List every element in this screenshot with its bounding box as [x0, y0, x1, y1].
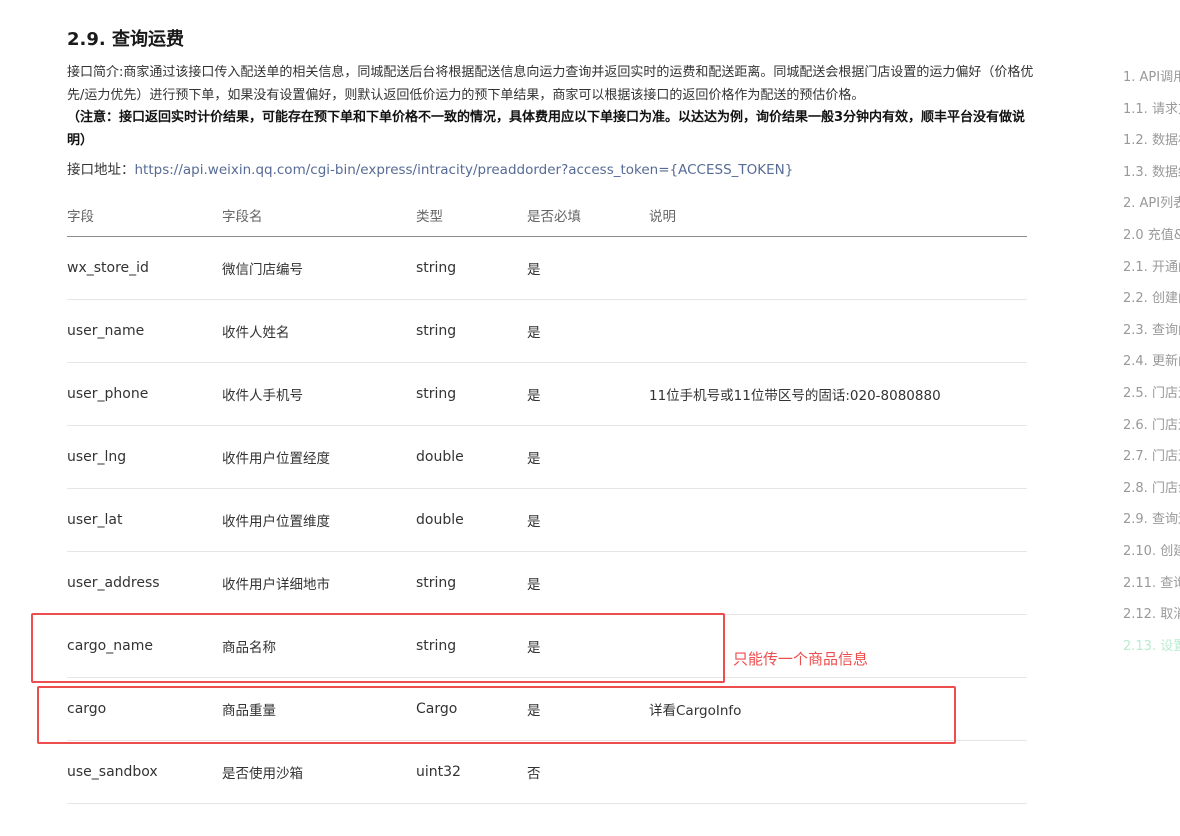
cell-field-name: 商品重量 [222, 677, 416, 741]
section-intro: 接口简介:商家通过该接口传入配送单的相关信息，同城配送后台将根据配送信息向运力查… [67, 62, 1042, 152]
toc-item[interactable]: 2.8. 门店余 [1123, 477, 1180, 509]
cell-field: user_lat [67, 488, 222, 552]
cell-required: 是 [527, 488, 649, 552]
toc-item-active[interactable]: 2.13. 设置 [1123, 635, 1180, 667]
toc-item[interactable]: 1.3. 数据结 [1123, 161, 1180, 193]
toc-item[interactable]: 2.2. 创建门 [1123, 287, 1180, 319]
toc-item[interactable]: 2.7. 门店运 [1123, 445, 1180, 477]
params-table: 字段 字段名 类型 是否必填 说明 wx_store_id 微信门店编号 str… [67, 194, 1027, 804]
table-row: use_sandbox 是否使用沙箱 uint32 否 [67, 740, 1027, 804]
cell-field-name: 是否使用沙箱 [222, 740, 416, 804]
api-url-link[interactable]: https://api.weixin.qq.com/cgi-bin/expres… [135, 162, 794, 178]
cell-description [649, 740, 1027, 804]
intro-note: （注意：接口返回实时计价结果，可能存在预下单和下单价格不一致的情况，具体费用应以… [67, 110, 1026, 148]
toc-item[interactable]: 1.2. 数据格 [1123, 129, 1180, 161]
header-field-name: 字段名 [222, 194, 416, 237]
toc-item[interactable]: 2.0 充值& [1123, 224, 1180, 256]
section-title: 2.9. 查询运费 [67, 29, 184, 50]
table-row: user_address 收件用户详细地市 string 是 [67, 551, 1027, 615]
cell-field-name: 收件人手机号 [222, 362, 416, 426]
cell-description [649, 236, 1027, 300]
cell-required: 是 [527, 551, 649, 615]
cell-field: user_phone [67, 362, 222, 426]
cell-required: 是 [527, 614, 649, 678]
cell-field: cargo [67, 677, 222, 741]
cell-required: 是 [527, 677, 649, 741]
cell-description [649, 425, 1027, 489]
toc-sidebar: 1. API调用 1.1. 请求方 1.2. 数据格 1.3. 数据结 2. A… [1123, 66, 1180, 666]
table-row: cargo_name 商品名称 string 是 [67, 614, 1027, 678]
toc-item[interactable]: 2.4. 更新门 [1123, 350, 1180, 382]
cell-required: 是 [527, 236, 649, 300]
cell-type: string [416, 362, 527, 426]
cell-field: user_name [67, 299, 222, 363]
header-type: 类型 [416, 194, 527, 237]
cell-description: 详看CargoInfo [649, 677, 1027, 741]
cell-description [649, 551, 1027, 615]
header-description: 说明 [649, 194, 1027, 237]
toc-item[interactable]: 2.10. 创建 [1123, 540, 1180, 572]
cell-field-name: 商品名称 [222, 614, 416, 678]
cell-description [649, 488, 1027, 552]
api-address: 接口地址：https://api.weixin.qq.com/cgi-bin/e… [67, 158, 793, 178]
table-row: user_phone 收件人手机号 string 是 11位手机号或11位带区号… [67, 362, 1027, 426]
cell-type: double [416, 488, 527, 552]
cell-required: 否 [527, 740, 649, 804]
cell-field: cargo_name [67, 614, 222, 678]
cell-description: 11位手机号或11位带区号的固话:020-8080880 [649, 362, 1027, 426]
toc-item[interactable]: 2.3. 查询门 [1123, 319, 1180, 351]
table-row: user_lng 收件用户位置经度 double 是 [67, 425, 1027, 489]
cell-type: string [416, 551, 527, 615]
api-address-label: 接口地址： [67, 162, 135, 178]
table-row: wx_store_id 微信门店编号 string 是 [67, 236, 1027, 300]
cell-field-name: 收件用户位置维度 [222, 488, 416, 552]
cell-field: use_sandbox [67, 740, 222, 804]
cell-required: 是 [527, 362, 649, 426]
cell-type: Cargo [416, 677, 527, 741]
table-row: cargo 商品重量 Cargo 是 详看CargoInfo [67, 677, 1027, 741]
toc-item[interactable]: 1. API调用 [1123, 66, 1180, 98]
toc-item[interactable]: 2.9. 查询运 [1123, 508, 1180, 540]
table-row: user_lat 收件用户位置维度 double 是 [67, 488, 1027, 552]
cell-type: double [416, 425, 527, 489]
cell-field-name: 收件人姓名 [222, 299, 416, 363]
cell-type: string [416, 299, 527, 363]
toc-item[interactable]: 2.11. 查询 [1123, 572, 1180, 604]
cell-required: 是 [527, 299, 649, 363]
cell-field: user_address [67, 551, 222, 615]
header-field: 字段 [67, 194, 222, 237]
toc-item[interactable]: 2.5. 门店运 [1123, 382, 1180, 414]
cell-field-name: 收件用户详细地市 [222, 551, 416, 615]
toc-item[interactable]: 2.6. 门店运 [1123, 414, 1180, 446]
cell-description [649, 299, 1027, 363]
cell-type: string [416, 236, 527, 300]
table-header-row: 字段 字段名 类型 是否必填 说明 [67, 194, 1027, 237]
table-row: user_name 收件人姓名 string 是 [67, 299, 1027, 363]
cell-type: uint32 [416, 740, 527, 804]
cell-field: user_lng [67, 425, 222, 489]
cell-type: string [416, 614, 527, 678]
cell-field-name: 收件用户位置经度 [222, 425, 416, 489]
toc-item[interactable]: 2. API列表 [1123, 192, 1180, 224]
cell-required: 是 [527, 425, 649, 489]
cell-field: wx_store_id [67, 236, 222, 300]
cell-field-name: 微信门店编号 [222, 236, 416, 300]
annotation-note: 只能传一个商品信息 [733, 650, 869, 668]
toc-item[interactable]: 1.1. 请求方 [1123, 98, 1180, 130]
toc-item[interactable]: 2.1. 开通门 [1123, 256, 1180, 288]
intro-text: 接口简介:商家通过该接口传入配送单的相关信息，同城配送后台将根据配送信息向运力查… [67, 65, 1034, 103]
header-required: 是否必填 [527, 194, 649, 237]
toc-item[interactable]: 2.12. 取消 [1123, 603, 1180, 635]
